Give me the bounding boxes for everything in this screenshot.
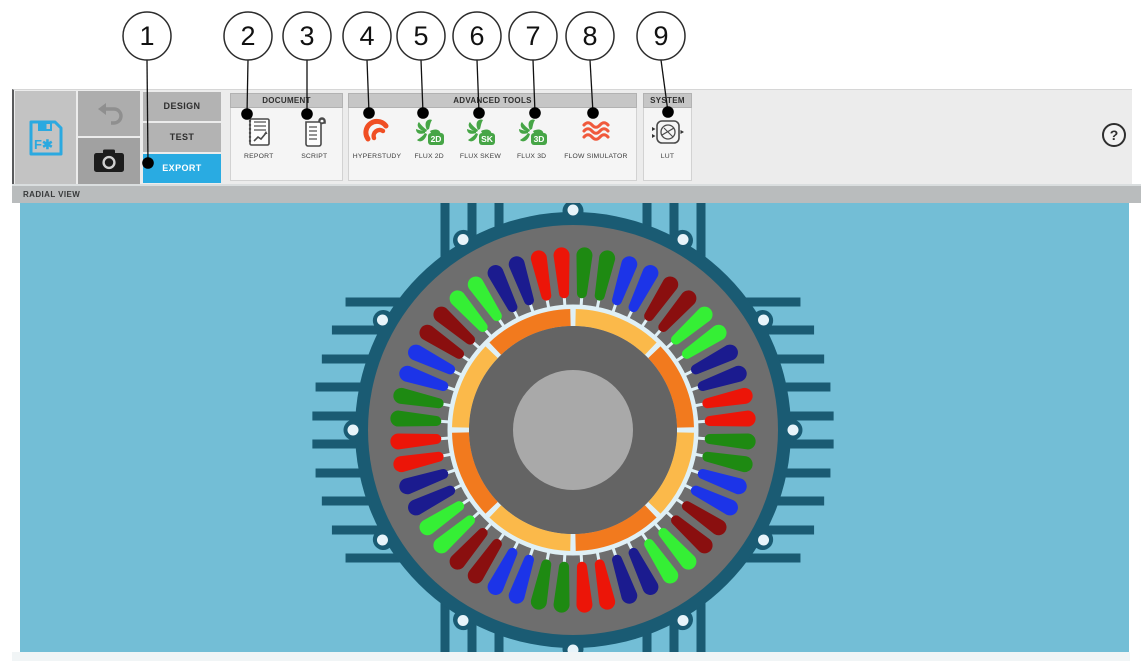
svg-text:F✱: F✱ bbox=[34, 137, 53, 152]
tab-export[interactable]: EXPORT bbox=[143, 154, 221, 183]
tool-label: LUT bbox=[661, 153, 674, 160]
tool-button-flux-skew[interactable]: SK FLUX SKEW bbox=[453, 108, 507, 160]
flux-icon: SK bbox=[464, 115, 496, 149]
flux-icon: SK bbox=[464, 117, 496, 147]
callout-number: 4 bbox=[359, 21, 374, 51]
flow-simulator-icon bbox=[581, 115, 611, 149]
callout-number: 9 bbox=[653, 21, 668, 51]
save-floppy-icon: F✱ bbox=[26, 116, 66, 160]
radial-view-titlebar: RADIAL VIEW bbox=[12, 184, 1141, 203]
export-toolbar: F✱ DESIGN TEST EXPORT DOCUMENT REPORT SC… bbox=[12, 89, 1132, 185]
script-icon bbox=[301, 117, 327, 147]
tool-label: FLUX 3D bbox=[517, 153, 546, 160]
flux-icon: 3D bbox=[516, 117, 548, 147]
callout-number: 2 bbox=[240, 21, 255, 51]
app-window: { "toolbar": { "save": {"glyph": "F✱"}, … bbox=[0, 0, 1143, 669]
radial-view-canvas bbox=[20, 203, 1129, 652]
callout-number: 6 bbox=[469, 21, 484, 51]
callout-number: 1 bbox=[139, 21, 154, 51]
callout-number: 7 bbox=[525, 21, 540, 51]
svg-text:2D: 2D bbox=[431, 134, 442, 144]
tool-button-flux-2d[interactable]: 2D FLUX 2D bbox=[405, 108, 453, 160]
tool-button-report[interactable]: REPORT bbox=[231, 108, 287, 160]
group-system: SYSTEM LUT bbox=[643, 93, 692, 181]
group-system-body: LUT bbox=[643, 108, 692, 181]
flux-icon: 3D bbox=[516, 115, 548, 149]
group-advanced-tools: ADVANCED TOOLS HYPERSTUDY 2D FLUX 2D SK … bbox=[348, 93, 637, 181]
callout-number: 5 bbox=[413, 21, 428, 51]
lut-icon bbox=[651, 117, 685, 147]
save-button[interactable]: F✱ bbox=[15, 91, 76, 184]
hyperstudy-icon bbox=[362, 117, 392, 147]
undo-arrow-icon bbox=[94, 101, 124, 127]
motor-cross-section bbox=[20, 203, 1129, 652]
tool-label: HYPERSTUDY bbox=[353, 153, 401, 160]
tool-button-flux-3d[interactable]: 3D FLUX 3D bbox=[507, 108, 555, 160]
hyperstudy-icon bbox=[362, 115, 392, 149]
group-document-title: DOCUMENT bbox=[230, 93, 343, 108]
report-icon bbox=[246, 117, 272, 147]
tool-button-script[interactable]: SCRIPT bbox=[287, 108, 343, 160]
flux-icon: 2D bbox=[413, 115, 445, 149]
callout-number: 8 bbox=[582, 21, 597, 51]
window-bottom-strip bbox=[12, 652, 1130, 661]
camera-icon bbox=[92, 148, 126, 174]
script-icon bbox=[301, 115, 327, 149]
svg-text:SK: SK bbox=[482, 134, 495, 144]
tool-label: REPORT bbox=[244, 153, 273, 160]
report-icon bbox=[246, 115, 272, 149]
tab-design[interactable]: DESIGN bbox=[143, 92, 221, 121]
tool-label: FLUX 2D bbox=[415, 153, 444, 160]
tool-button-hyperstudy[interactable]: HYPERSTUDY bbox=[349, 108, 405, 160]
svg-text:3D: 3D bbox=[533, 134, 544, 144]
tool-label: SCRIPT bbox=[301, 153, 327, 160]
group-document-body: REPORT SCRIPT bbox=[230, 108, 343, 181]
tool-button-lut[interactable]: LUT bbox=[644, 108, 691, 160]
group-advanced-tools-body: HYPERSTUDY 2D FLUX 2D SK FLUX SKEW bbox=[348, 108, 637, 181]
callout-number: 3 bbox=[299, 21, 314, 51]
tool-label: FLUX SKEW bbox=[460, 153, 501, 160]
flow-simulator-icon bbox=[581, 119, 611, 145]
camera-button[interactable] bbox=[78, 138, 140, 184]
help-icon[interactable]: ? bbox=[1102, 123, 1126, 147]
undo-button[interactable] bbox=[78, 91, 140, 136]
radial-view-title: RADIAL VIEW bbox=[23, 190, 80, 199]
group-system-title: SYSTEM bbox=[643, 93, 692, 108]
tab-test[interactable]: TEST bbox=[143, 123, 221, 152]
tool-label: FLOW SIMULATOR bbox=[564, 153, 627, 160]
group-document: DOCUMENT REPORT SCRIPT bbox=[230, 93, 343, 181]
group-advanced-tools-title: ADVANCED TOOLS bbox=[348, 93, 637, 108]
lut-icon bbox=[651, 115, 685, 149]
tool-button-flow-simulator[interactable]: FLOW SIMULATOR bbox=[556, 108, 636, 160]
flux-icon: 2D bbox=[413, 117, 445, 147]
